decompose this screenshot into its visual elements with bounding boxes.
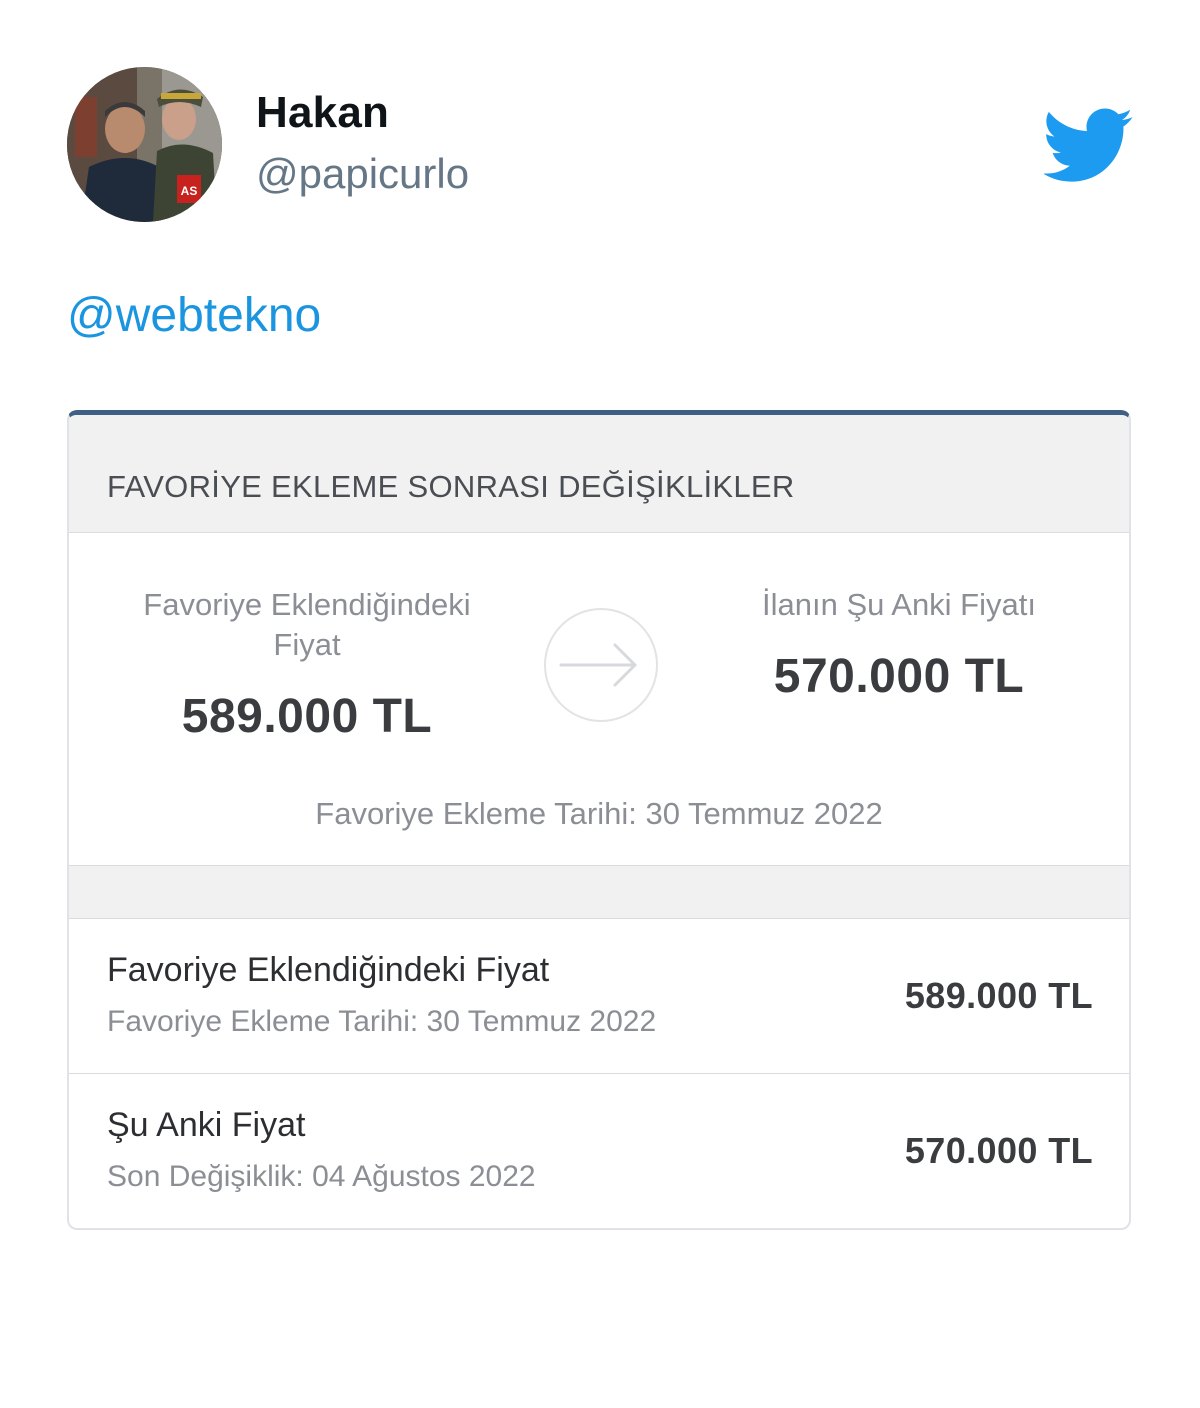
list-item-subtitle: Favoriye Ekleme Tarihi: 30 Temmuz 2022	[107, 1005, 657, 1038]
list-item-price: 589.000 TL	[904, 975, 1093, 1016]
list-item-title: Favoriye Eklendiğindeki Fiyat	[107, 951, 550, 989]
original-price-column: Favoriye Eklendiğindeki Fiyat 589.000 TL	[97, 585, 517, 744]
author-display-name[interactable]: Hakan	[256, 88, 389, 138]
price-compare-section: Favoriye Eklendiğindeki Fiyat 589.000 TL…	[69, 533, 1129, 866]
list-item-price: 570.000 TL	[904, 1130, 1093, 1171]
list-item-title: Şu Anki Fiyat	[107, 1106, 306, 1144]
list-item: Favoriye Eklendiğindeki Fiyat Favoriye E…	[69, 919, 1129, 1074]
avatar-photo: AS	[67, 67, 222, 222]
arrow-right-icon	[543, 607, 659, 723]
avatar-badge-text: AS	[181, 184, 198, 198]
section-divider	[69, 866, 1129, 919]
price-change-card: FAVORİYE EKLEME SONRASI DEĞİŞİKLİKLER Fa…	[67, 410, 1131, 1230]
current-price-column: İlanın Şu Anki Fiyatı 570.000 TL	[689, 585, 1109, 704]
original-price-value: 589.000 TL	[181, 690, 433, 743]
list-item-subtitle: Son Değişiklik: 04 Ağustos 2022	[107, 1160, 536, 1193]
author-avatar[interactable]: AS	[67, 67, 222, 222]
author-handle[interactable]: @papicurlo	[256, 150, 469, 198]
list-item: Şu Anki Fiyat Son Değişiklik: 04 Ağustos…	[69, 1074, 1129, 1228]
tweet-mention-link[interactable]: @webtekno	[67, 288, 321, 343]
original-price-label: Favoriye Eklendiğindeki Fiyat	[143, 587, 471, 662]
favorite-date-text: Favoriye Ekleme Tarihi: 30 Temmuz 2022	[315, 796, 883, 831]
twitter-bird-icon[interactable]	[1042, 108, 1134, 182]
current-price-value: 570.000 TL	[773, 650, 1025, 703]
card-header-title: FAVORİYE EKLEME SONRASI DEĞİŞİKLİKLER	[69, 415, 1129, 533]
current-price-label: İlanın Şu Anki Fiyatı	[762, 587, 1036, 622]
